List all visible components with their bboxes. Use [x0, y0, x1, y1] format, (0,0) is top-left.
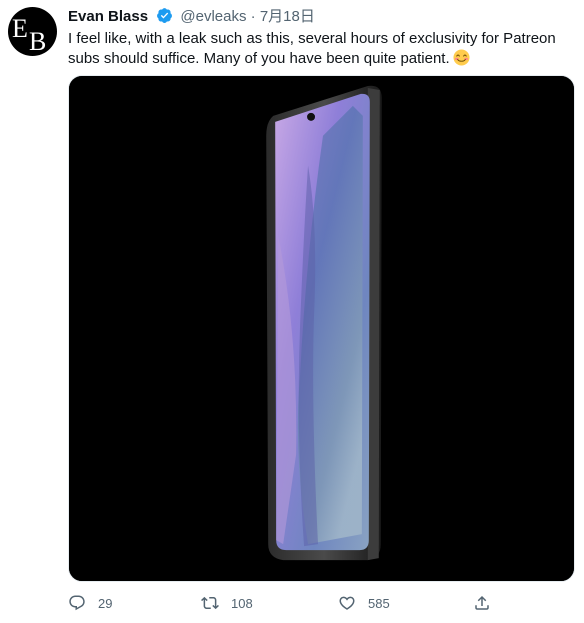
like-button[interactable]: 585	[338, 590, 390, 616]
author-handle[interactable]: @evleaks	[180, 8, 246, 25]
tweet-date[interactable]: 7月18日	[260, 8, 315, 25]
retweet-count: 108	[231, 595, 253, 611]
svg-text:B: B	[29, 27, 46, 56]
share-icon	[475, 595, 489, 610]
like-count: 585	[368, 595, 390, 611]
retweet-icon	[201, 596, 219, 610]
tweet-text-container: I feel like, with a leak such as this, s…	[68, 29, 573, 69]
tweet-actions: 29 108 585	[68, 590, 508, 616]
tweet-media-image[interactable]	[68, 75, 575, 582]
tweet-text: I feel like, with a leak such as this, s…	[68, 30, 556, 67]
share-button[interactable]	[473, 590, 491, 616]
like-icon	[339, 596, 355, 610]
reply-icon	[69, 595, 85, 611]
tweet-card[interactable]: E B Evan Blass @evleaks · 7月18日 I feel l…	[0, 0, 584, 623]
avatar[interactable]: E B	[8, 7, 57, 56]
retweet-button[interactable]: 108	[201, 590, 253, 616]
avatar-monogram: E B	[12, 14, 46, 56]
reply-count: 29	[98, 595, 113, 611]
author-name[interactable]: Evan Blass	[68, 8, 148, 25]
phone-render-image	[69, 76, 574, 581]
reply-button[interactable]: 29	[68, 590, 112, 616]
verified-badge-icon	[157, 8, 173, 23]
smile-emoji-icon	[453, 49, 470, 66]
svg-text:E: E	[12, 14, 28, 43]
tweet-header: Evan Blass @evleaks · 7月18日	[68, 7, 315, 27]
meta-separator: ·	[250, 8, 256, 25]
